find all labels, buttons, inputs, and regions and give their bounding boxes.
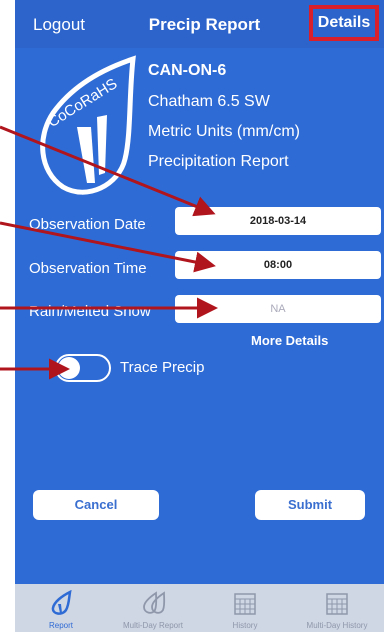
tab-label: Multi-Day Report <box>122 621 183 630</box>
trace-precip-toggle[interactable] <box>55 354 111 382</box>
tab-label: Report <box>48 621 73 630</box>
station-id: CAN-ON-6 <box>148 62 227 79</box>
nav-bar: Logout Precip Report Details <box>15 0 384 48</box>
app-screen: Logout Precip Report Details CoCoRaHS CA… <box>15 0 384 632</box>
cocorahs-logo: CoCoRaHS <box>40 55 136 195</box>
report-type: Precipitation Report <box>148 153 289 170</box>
observation-time-field[interactable]: 08:00 <box>175 251 381 279</box>
details-label: Details <box>317 14 371 31</box>
rain-melted-snow-label: Rain/Melted Snow <box>29 303 151 320</box>
tab-label: History <box>232 621 258 630</box>
cancel-button[interactable]: Cancel <box>33 490 159 520</box>
trace-precip-label: Trace Precip <box>120 359 205 376</box>
observation-date-field[interactable]: 2018-03-14 <box>175 207 381 235</box>
rain-melted-snow-field[interactable]: NA <box>175 295 381 323</box>
tab-multi-day-report[interactable]: Multi-Day Report <box>107 584 199 632</box>
observation-time-label: Observation Time <box>29 260 147 277</box>
calendar-icon <box>234 593 256 615</box>
multi-drop-icon <box>143 591 166 614</box>
details-button[interactable]: Details <box>309 5 379 41</box>
observation-date-label: Observation Date <box>29 216 146 233</box>
more-details-link[interactable]: More Details <box>251 333 328 348</box>
station-name: Chatham 6.5 SW <box>148 93 270 110</box>
drop-icon <box>51 590 72 615</box>
tab-bar: Report Multi-Day Report History Multi-Da… <box>15 584 384 632</box>
submit-button[interactable]: Submit <box>255 490 365 520</box>
tab-report[interactable]: Report <box>15 584 107 632</box>
tab-history[interactable]: History <box>199 584 291 632</box>
toggle-knob <box>58 357 80 379</box>
calendar-icon <box>326 593 348 615</box>
tab-multi-day-history[interactable]: Multi-Day History <box>291 584 383 632</box>
units-label: Metric Units (mm/cm) <box>148 123 300 140</box>
tab-label: Multi-Day History <box>306 621 368 630</box>
